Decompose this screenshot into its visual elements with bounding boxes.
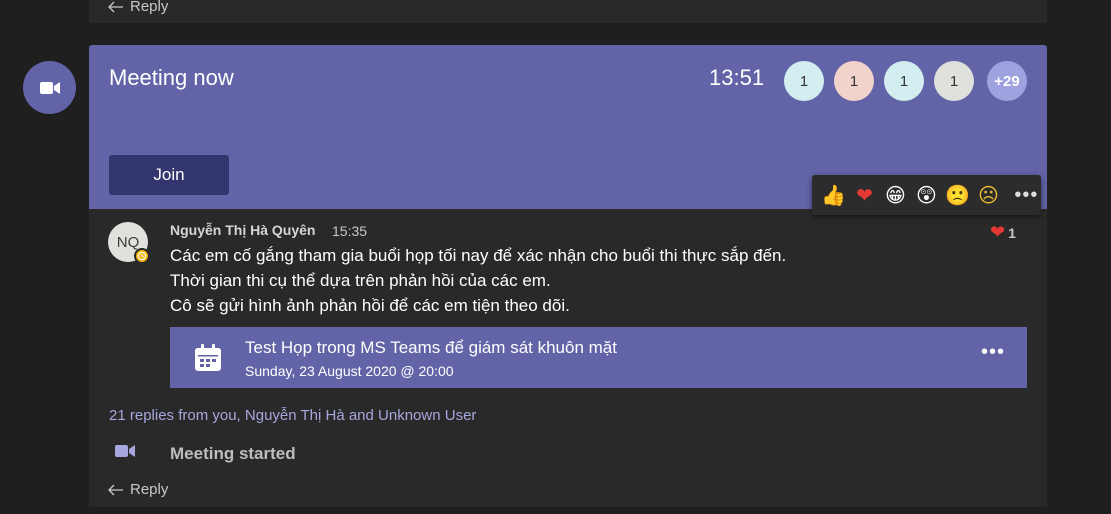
more-participants-badge[interactable]: +29 — [987, 61, 1027, 101]
join-button[interactable]: Join — [109, 155, 229, 195]
laugh-reaction-icon[interactable]: 😁 — [880, 179, 911, 211]
message-time: 15:35 — [332, 223, 368, 239]
surprised-reaction-icon[interactable]: 😲 — [911, 179, 942, 211]
message-author[interactable]: Nguyễn Thị Hà Quyên — [170, 222, 315, 238]
reply-arrow-icon — [108, 484, 123, 495]
event-date: Sunday, 23 August 2020 @ 20:00 — [245, 363, 454, 379]
participant-avatar[interactable]: 1 — [884, 61, 924, 101]
more-options-icon[interactable]: ••• — [1012, 179, 1041, 211]
participant-avatar[interactable]: 1 — [784, 61, 824, 101]
reply-button[interactable]: Reply — [108, 481, 168, 498]
participant-avatar[interactable]: 1 — [834, 61, 874, 101]
reaction-bar: 👍 ❤ 😁 😲 🙁 ☹ ••• — [812, 175, 1041, 215]
heart-reaction-icon[interactable]: ❤ — [849, 179, 880, 211]
meeting-camera-icon — [23, 61, 76, 114]
calendar-event-card[interactable]: Test Họp trong MS Teams để giám sát khuô… — [170, 327, 1027, 388]
reply-arrow-icon — [108, 1, 123, 12]
message-line: Các em cố gắng tham gia buổi họp tối nay… — [170, 246, 787, 265]
calendar-icon — [195, 344, 221, 371]
message-card: NQ Nguyễn Thị Hà Quyên 15:35 ❤ 1 Các em … — [89, 209, 1047, 507]
more-options-icon[interactable]: ••• — [981, 341, 1005, 364]
reply-label: Reply — [130, 481, 169, 498]
clock-icon — [137, 251, 147, 261]
meeting-camera-icon — [115, 445, 135, 457]
message-line: Thời gian thi cụ thể dựa trên phản hồi c… — [170, 271, 551, 290]
thumbs-up-reaction-icon[interactable]: 👍 — [818, 179, 849, 211]
event-title: Test Họp trong MS Teams để giám sát khuô… — [245, 338, 617, 357]
away-status-badge — [134, 248, 150, 264]
previous-message-card — [89, 0, 1047, 23]
heart-reaction-count[interactable]: ❤ 1 — [990, 222, 1016, 243]
message-line: Cô sẽ gửi hình ảnh phản hồi để các em ti… — [170, 296, 570, 315]
heart-icon: ❤ — [990, 222, 1006, 242]
meeting-started-label: Meeting started — [170, 444, 296, 463]
reply-label: Reply — [130, 0, 169, 15]
sad-reaction-icon[interactable]: 🙁 — [942, 179, 973, 211]
angry-reaction-icon[interactable]: ☹ — [973, 179, 1004, 211]
participant-avatar[interactable]: 1 — [934, 61, 974, 101]
meeting-time: 13:51 — [709, 65, 765, 90]
reply-button-previous[interactable]: Reply — [108, 0, 168, 15]
meeting-title: Meeting now — [109, 65, 234, 90]
replies-summary-link[interactable]: 21 replies from you, Nguyễn Thị Hà and U… — [109, 407, 476, 424]
